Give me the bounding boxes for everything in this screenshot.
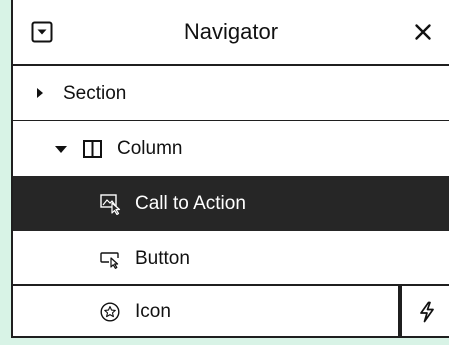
lightning-icon[interactable] xyxy=(417,301,437,323)
caret-down-icon[interactable] xyxy=(55,146,67,153)
navigator-panel: Navigator Section Column Call to Action … xyxy=(11,0,449,338)
navigator-header: Navigator xyxy=(13,0,449,66)
tree-item-column[interactable]: Column xyxy=(13,121,449,176)
tree-item-label: Icon xyxy=(135,301,171,322)
tree-item-label: Column xyxy=(117,138,183,159)
tree-item-button[interactable]: Button xyxy=(13,231,449,286)
call-to-action-icon xyxy=(100,194,121,215)
tree-item-section[interactable]: Section xyxy=(13,66,449,121)
navigator-title: Navigator xyxy=(183,19,279,44)
tree-item-label: Call to Action xyxy=(135,193,246,214)
caret-right-icon[interactable] xyxy=(37,88,43,98)
column-layout-icon xyxy=(83,140,102,158)
button-widget-icon xyxy=(100,252,119,269)
tree-item-icon[interactable]: Icon xyxy=(13,286,449,336)
row-divider xyxy=(398,286,402,336)
star-circle-icon xyxy=(100,302,120,322)
tree-item-call-to-action[interactable]: Call to Action xyxy=(13,176,449,231)
close-icon[interactable] xyxy=(411,20,435,44)
tree-item-label: Button xyxy=(135,248,190,269)
tree-item-label: Section xyxy=(63,83,127,104)
